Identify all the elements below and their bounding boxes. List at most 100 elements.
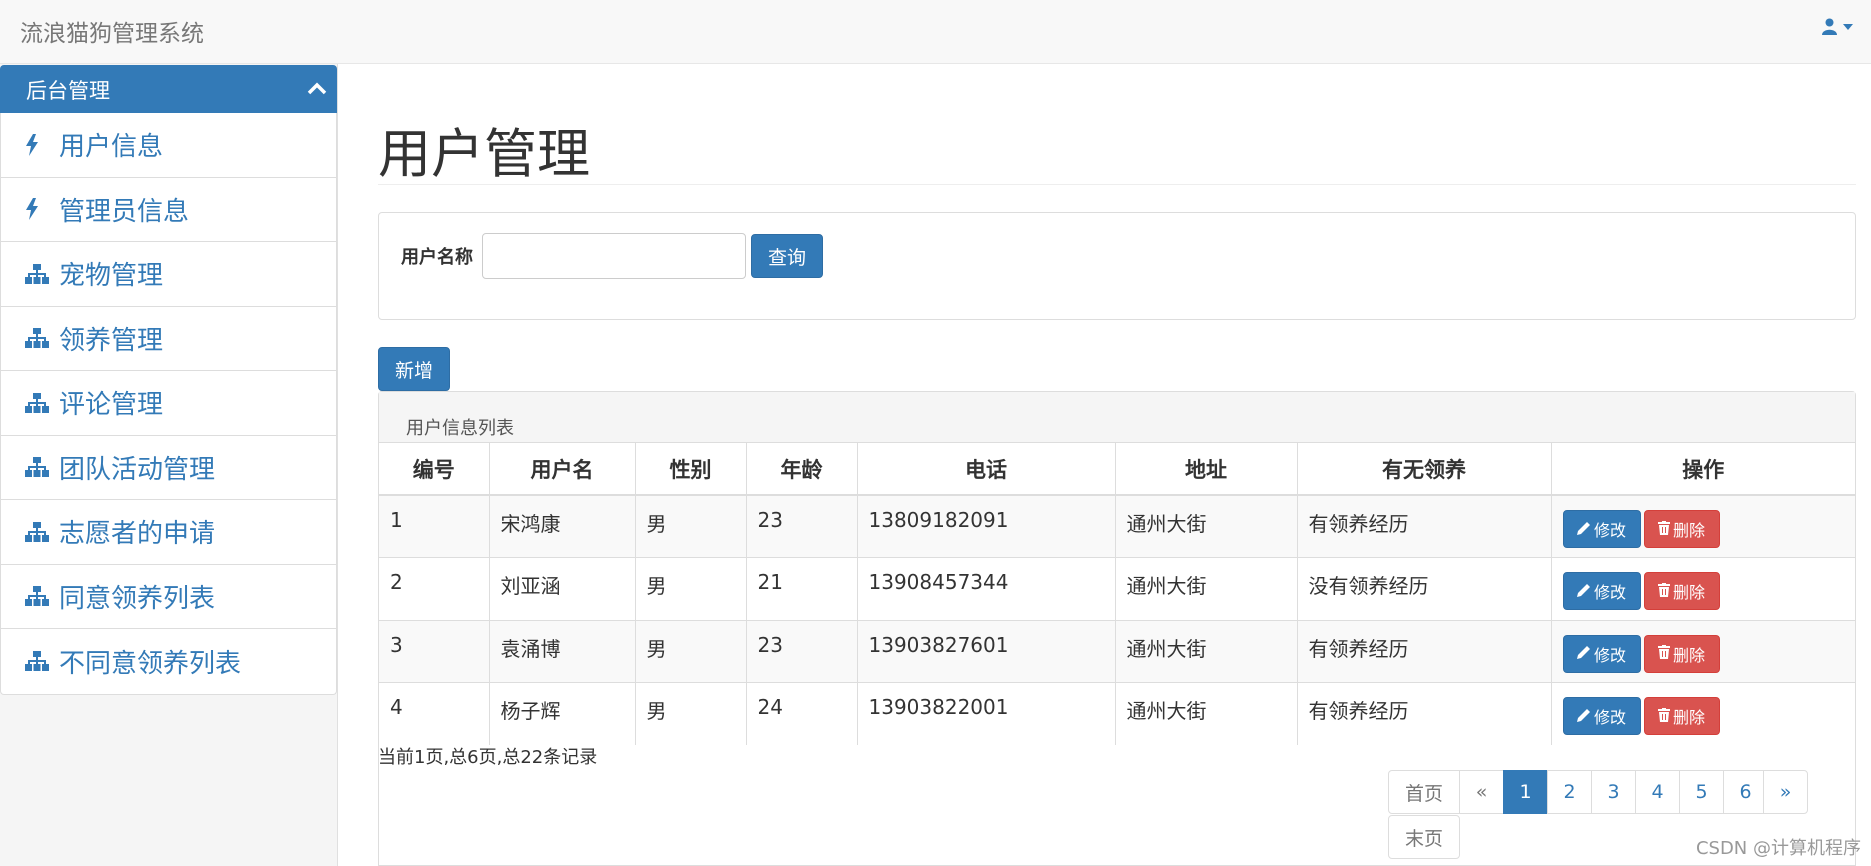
pagination-prev[interactable]: « xyxy=(1459,770,1504,814)
delete-button[interactable]: 删除 xyxy=(1643,634,1720,673)
delete-button[interactable]: 删除 xyxy=(1643,510,1720,548)
sitemap-icon xyxy=(25,457,59,478)
edit-button[interactable]: 修改 xyxy=(1562,510,1641,548)
cell-phone: 13908457344 xyxy=(857,557,1116,620)
pagination-page-1[interactable]: 1 xyxy=(1503,770,1548,814)
sidebar-item-label: 管理员信息 xyxy=(59,196,190,227)
cell-address: 通州大街 xyxy=(1115,557,1298,620)
caret-down-icon xyxy=(1843,23,1853,30)
sidebar-item-1[interactable]: 用户信息 xyxy=(1,113,336,178)
search-button[interactable]: 查询 xyxy=(751,234,823,278)
table-caption: 用户信息列表 xyxy=(406,418,514,439)
pagination-next[interactable]: » xyxy=(1763,770,1808,814)
trash-icon xyxy=(1657,520,1670,539)
pagination-page-6[interactable]: 6 xyxy=(1723,770,1768,814)
pencil-icon xyxy=(1576,707,1591,726)
edit-label: 修改 xyxy=(1593,645,1626,665)
cell-gender: 男 xyxy=(635,682,747,745)
add-button[interactable]: 新增 xyxy=(378,347,450,391)
cell-address: 通州大街 xyxy=(1115,494,1298,558)
watermark: CSDN @计算机程序 xyxy=(1695,838,1861,859)
delete-button[interactable]: 删除 xyxy=(1643,572,1720,610)
sidebar-header-label: 后台管理 xyxy=(26,79,110,103)
delete-button[interactable]: 删除 xyxy=(1643,697,1720,735)
sidebar-item-label: 同意领养列表 xyxy=(59,583,216,614)
sidebar-item-5[interactable]: 评论管理 xyxy=(1,371,336,436)
table-row: 3 袁涌博男 23 13903827601 通州大街 有领养经历 修改 删除 xyxy=(379,619,1855,683)
table-caption-bar: 用户信息列表 xyxy=(379,392,1855,443)
top-navbar: 流浪猫狗管理系统 xyxy=(0,0,1871,64)
cell-age: 23 xyxy=(746,619,858,683)
sidebar-item-2[interactable]: 管理员信息 xyxy=(1,178,336,242)
pagination-last[interactable]: 末页 xyxy=(1388,815,1460,859)
page-title: 用户管理 xyxy=(378,124,590,185)
column-header: 电话 xyxy=(857,443,1116,496)
pagination-page-4[interactable]: 4 xyxy=(1635,770,1680,814)
edit-button[interactable]: 修改 xyxy=(1562,572,1641,610)
cell-phone: 13903827601 xyxy=(857,619,1116,683)
column-header: 年龄 xyxy=(746,443,858,496)
column-header: 用户名 xyxy=(489,443,636,496)
username-search-input[interactable] xyxy=(482,233,746,279)
cell-adopted: 有领养经历 xyxy=(1297,494,1552,558)
column-header: 地址 xyxy=(1115,443,1298,496)
app-title[interactable]: 流浪猫狗管理系统 xyxy=(20,14,204,48)
pagination-page-3[interactable]: 3 xyxy=(1591,770,1636,814)
cell-adopted: 有领养经历 xyxy=(1297,682,1552,745)
table-row: 2 刘亚涵男 21 13908457344 通州大街 没有领养经历 修改 删除 xyxy=(379,557,1855,620)
pencil-icon xyxy=(1576,582,1591,601)
pencil-icon xyxy=(1576,520,1591,539)
sidebar-item-label: 宠物管理 xyxy=(59,261,164,292)
sidebar-item-8[interactable]: 同意领养列表 xyxy=(1,565,336,629)
table-header-row: 编号 用户名 性别 年龄 电话 地址 有无领养 操作 xyxy=(379,443,1855,496)
chevron-up-icon xyxy=(307,80,327,99)
cell-adopted: 没有领养经历 xyxy=(1297,557,1552,620)
cell-id: 2 xyxy=(379,557,490,620)
user-menu[interactable] xyxy=(1822,18,1853,35)
cell-gender: 男 xyxy=(635,494,747,558)
pagination-page-2[interactable]: 2 xyxy=(1547,770,1592,814)
sidebar-item-6[interactable]: 团队活动管理 xyxy=(1,436,336,500)
cell-phone: 13903822001 xyxy=(857,682,1116,745)
cell-address: 通州大街 xyxy=(1115,619,1298,683)
trash-icon xyxy=(1657,707,1670,726)
cell-name: 袁涌博 xyxy=(489,619,636,683)
sitemap-icon xyxy=(25,392,59,413)
edit-button[interactable]: 修改 xyxy=(1562,697,1641,735)
sidebar-item-label: 团队活动管理 xyxy=(59,454,216,485)
delete-label: 删除 xyxy=(1672,521,1705,540)
pagination-summary: 当前1页,总6页,总22条记录 xyxy=(378,747,598,768)
sidebar-item-7[interactable]: 志愿者的申请 xyxy=(1,500,336,565)
delete-label: 删除 xyxy=(1672,708,1705,727)
column-header: 操作 xyxy=(1551,443,1855,496)
edit-label: 修改 xyxy=(1593,708,1626,727)
cell-phone: 13809182091 xyxy=(857,494,1116,558)
delete-label: 删除 xyxy=(1672,645,1705,665)
sidebar-item-9[interactable]: 不同意领养列表 xyxy=(1,629,336,694)
cell-gender: 男 xyxy=(635,619,747,683)
cell-actions: 修改 删除 xyxy=(1551,494,1855,558)
cell-age: 21 xyxy=(746,557,858,620)
search-label: 用户名称 xyxy=(401,247,473,268)
sidebar-item-3[interactable]: 宠物管理 xyxy=(1,242,336,307)
sidebar-panel-header[interactable]: 后台管理 xyxy=(0,65,337,113)
sidebar-item-label: 不同意领养列表 xyxy=(59,648,242,679)
bolt-icon xyxy=(25,133,59,156)
cell-actions: 修改 删除 xyxy=(1551,619,1855,683)
title-divider xyxy=(378,184,1856,185)
sidebar-item-4[interactable]: 领养管理 xyxy=(1,307,336,371)
table-row: 1 宋鸿康男 23 13809182091 通州大街 有领养经历 修改 删除 xyxy=(379,494,1855,558)
sitemap-icon xyxy=(25,521,59,542)
sidebar-item-label: 评论管理 xyxy=(59,390,164,421)
edit-button[interactable]: 修改 xyxy=(1562,634,1641,673)
pagination-first[interactable]: 首页 xyxy=(1388,770,1460,814)
cell-id: 3 xyxy=(379,619,490,683)
user-icon xyxy=(1822,18,1837,35)
cell-age: 23 xyxy=(746,494,858,558)
sitemap-icon xyxy=(25,328,59,349)
pagination-page-5[interactable]: 5 xyxy=(1679,770,1724,814)
column-header: 编号 xyxy=(379,443,490,496)
cell-address: 通州大街 xyxy=(1115,682,1298,745)
column-header: 有无领养 xyxy=(1297,443,1552,496)
column-header: 性别 xyxy=(635,443,747,496)
